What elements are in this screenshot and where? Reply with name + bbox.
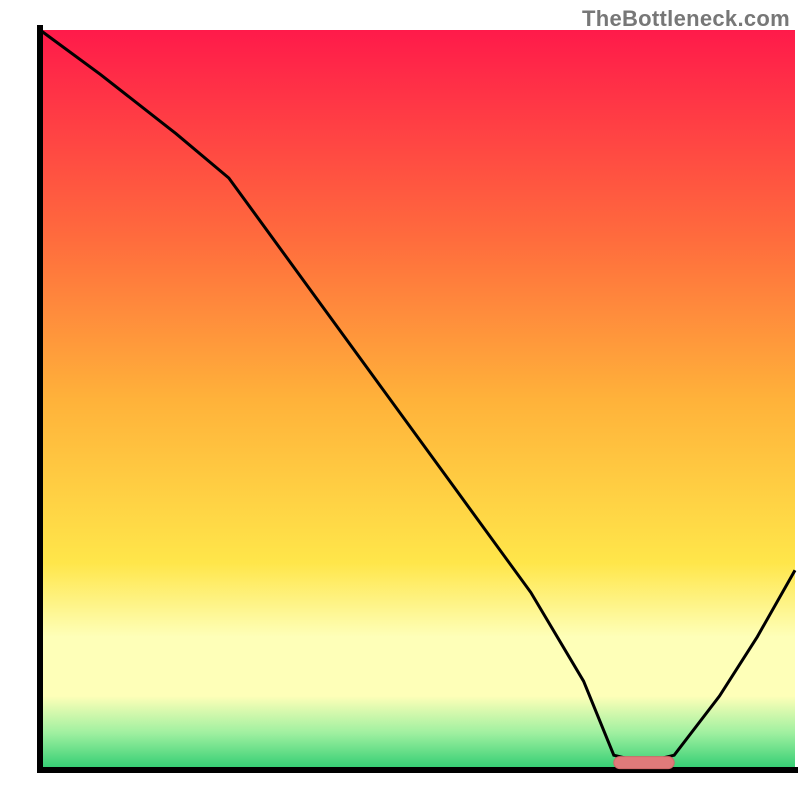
plot-background	[40, 30, 795, 770]
chart-container: TheBottleneck.com	[0, 0, 800, 800]
bottleneck-chart	[0, 0, 800, 800]
optimal-range-marker	[614, 757, 674, 769]
